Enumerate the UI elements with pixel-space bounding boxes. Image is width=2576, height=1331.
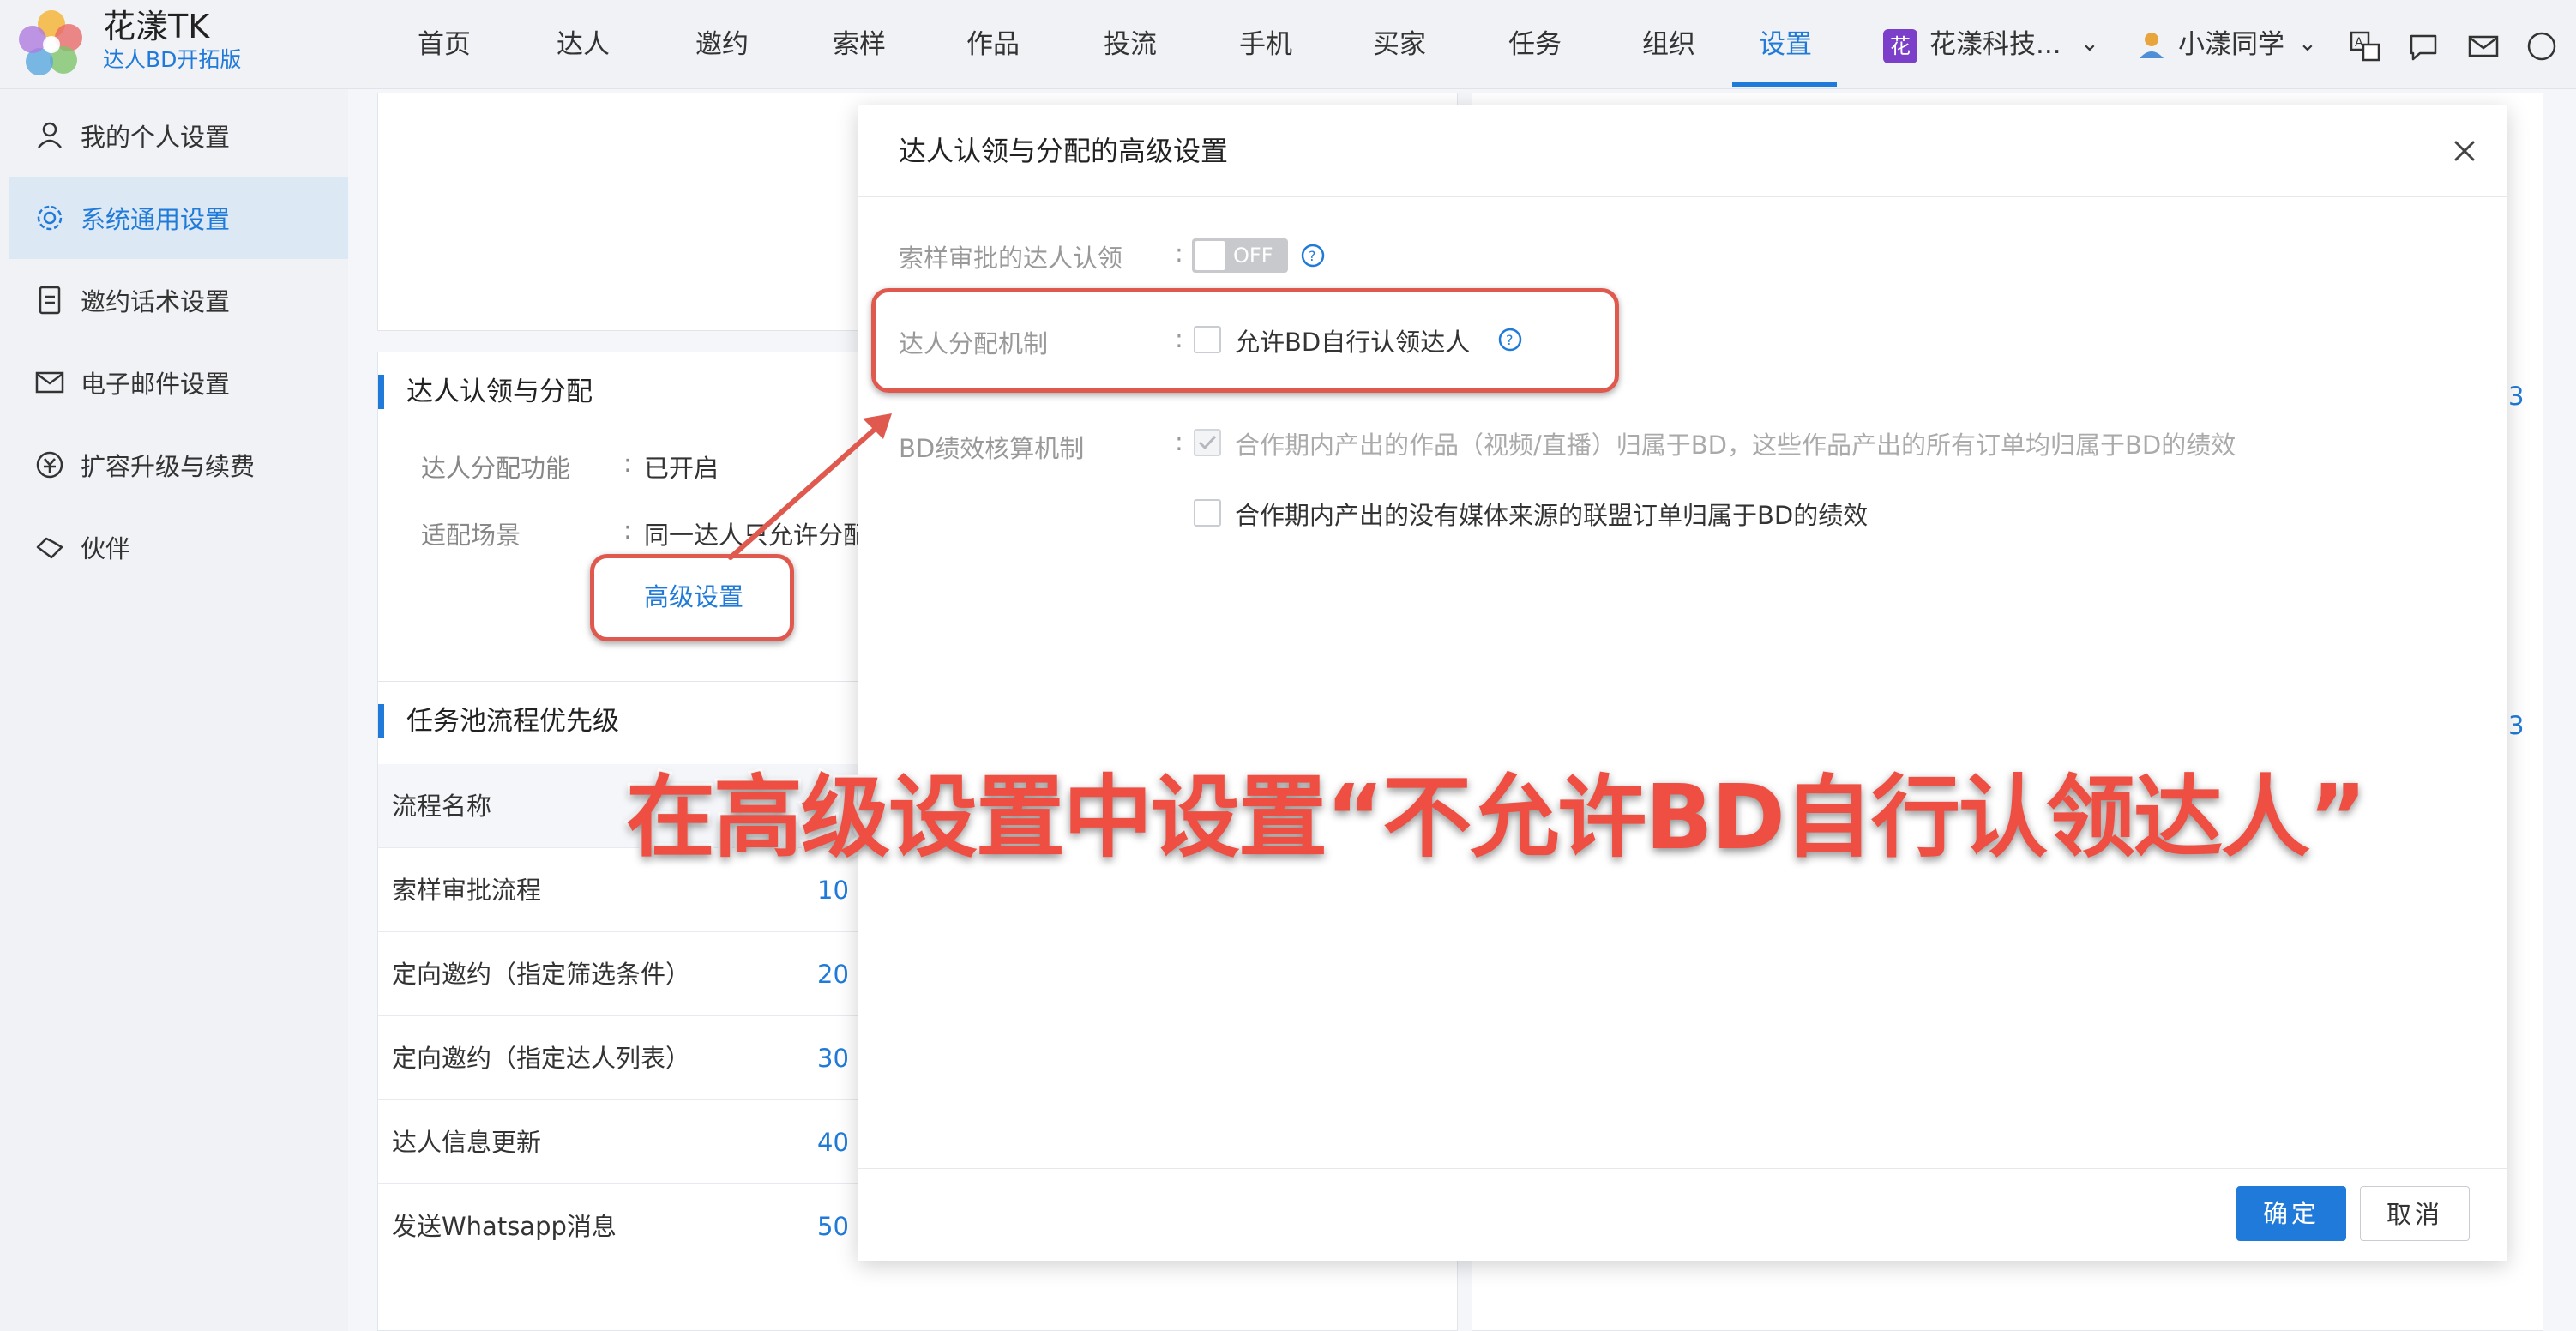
colon: : [1175,238,1183,268]
checkmark-icon [1198,435,1217,450]
claim-function-value: 已开启 [644,454,719,483]
works-attribution-checkbox [1194,429,1221,456]
table-row: 定向邀约（指定达人列表） 30 [378,1016,858,1100]
affiliate-orders-checkbox[interactable] [1194,499,1221,527]
sidebar-item-email-settings[interactable]: 电子邮件设置 [9,341,348,424]
user-avatar-icon[interactable] [2135,29,2168,63]
nav-item-tasks[interactable]: 任务 [1494,0,1576,89]
user-icon [38,122,62,148]
svg-text:?: ? [1309,248,1316,264]
process-name: 发送Whatsapp消息 [392,1212,617,1241]
process-priority[interactable]: 30 [817,1016,849,1100]
currency-icon [36,451,63,479]
cancel-button[interactable]: 取消 [2360,1186,2470,1241]
scenario-value: 同一达人只允许分配 [644,521,869,550]
close-icon[interactable] [2447,134,2482,168]
colon: : [623,515,632,545]
sidebar: 我的个人设置 系统通用设置 邀约话术设置 电子邮件设置 扩容升级与续费 伙伴 [0,89,348,1331]
svg-text:A: A [2355,36,2363,50]
mail-icon [35,371,64,394]
chevron-down-icon[interactable]: ⌄ [2298,31,2317,57]
annotation-highlight-advanced-link [590,554,794,641]
nav-item-invite[interactable]: 邀约 [681,0,763,89]
app-window: 花漾TK 达人BD开拓版 首页 达人 邀约 索样 作品 投流 手机 买家 任务 … [0,0,2576,1331]
nav-item-home[interactable]: 首页 [403,0,485,89]
affiliate-orders-label[interactable]: 合作期内产出的没有媒体来源的联盟订单归属于BD的绩效 [1235,496,1868,532]
chevron-down-icon[interactable]: ⌄ [2080,31,2099,57]
confirm-button[interactable]: 确定 [2236,1186,2346,1241]
process-name: 定向邀约（指定筛选条件） [392,960,691,989]
process-name: 达人信息更新 [392,1128,542,1157]
nav-item-ads[interactable]: 投流 [1089,0,1171,89]
brand-subtitle: 达人BD开拓版 [103,47,242,72]
sidebar-item-general-settings[interactable]: 系统通用设置 [9,177,348,259]
nav-item-creators[interactable]: 达人 [542,0,624,89]
gear-icon [37,205,63,231]
sidebar-item-label: 邀约话术设置 [81,287,231,316]
dialog-header: 达人认领与分配的高级设置 [858,105,2507,197]
advanced-settings-dialog: 达人认领与分配的高级设置 索样审批的达人认领 : OFF ? 达人分配机制 : … [858,105,2507,1261]
sidebar-item-label: 伙伴 [81,534,131,563]
sidebar-item-upgrade-renew[interactable]: 扩容升级与续费 [9,424,348,506]
dialog-title: 达人认领与分配的高级设置 [899,135,1229,167]
handshake-icon [36,537,63,559]
scenario-label: 适配场景 [421,521,521,550]
toggle-knob [1195,241,1225,270]
nav-item-buyers[interactable]: 买家 [1358,0,1441,89]
annotation-highlight-mechanism [871,288,1619,393]
sidebar-item-invite-scripts[interactable]: 邀约话术设置 [9,259,348,341]
user-name[interactable]: 小漾同学 [2178,0,2284,89]
process-name: 定向邀约（指定达人列表） [392,1044,691,1073]
sample-approval-claim-toggle[interactable]: OFF [1192,238,1288,273]
help-circle-icon[interactable]: ? [1300,243,1326,268]
org-name[interactable]: 花漾科技... [1929,0,2061,89]
brand-name: 花漾TK [103,8,210,45]
toggle-state: OFF [1233,244,1273,268]
process-priority[interactable]: 40 [817,1100,849,1184]
dialog-footer: 确定 取消 [858,1168,2507,1261]
translate-icon[interactable]: A [2348,29,2382,63]
right-fragment: 3 [2508,711,2525,740]
annotation-caption: 在高级设置中设置“不允许BD自行认领达人” [623,762,2369,872]
mail-icon[interactable] [2466,29,2501,63]
document-icon [39,286,61,315]
nav-item-works[interactable]: 作品 [952,0,1034,89]
section-title: 达人认领与分配 [378,375,593,409]
colon: : [623,449,632,478]
table-row: 达人信息更新 40 [378,1100,858,1184]
chat-icon[interactable] [2406,29,2441,63]
sidebar-item-label: 我的个人设置 [81,123,231,152]
sidebar-item-label: 电子邮件设置 [81,370,231,399]
table-row: 定向邀约（指定筛选条件） 20 [378,932,858,1016]
table-row: 发送Whatsapp消息 50 [378,1184,858,1268]
sidebar-item-partners[interactable]: 伙伴 [9,506,348,588]
brand: 花漾TK 达人BD开拓版 [103,7,241,74]
claim-function-label: 达人分配功能 [421,454,571,483]
process-priority[interactable]: 50 [817,1184,849,1268]
app-logo-icon [19,10,82,75]
process-priority[interactable]: 20 [817,932,849,1016]
sidebar-item-label: 系统通用设置 [81,205,231,234]
active-nav-underline [1732,82,1837,87]
process-name: 索样审批流程 [392,876,542,905]
colon: : [1175,427,1183,456]
org-badge[interactable]: 花 [1883,29,1917,63]
sidebar-item-personal-settings[interactable]: 我的个人设置 [9,94,348,177]
top-navigation-bar: 花漾TK 达人BD开拓版 首页 达人 邀约 索样 作品 投流 手机 买家 任务 … [0,0,2576,89]
nav-item-phones[interactable]: 手机 [1225,0,1307,89]
help-icon[interactable] [2525,29,2559,63]
bd-performance-label: BD绩效核算机制 [899,434,1085,463]
section-title: 任务池流程优先级 [378,704,619,738]
nav-item-settings[interactable]: 设置 [1744,0,1827,89]
nav-item-samples[interactable]: 索样 [818,0,900,89]
column-header-process-name: 流程名称 [392,792,492,821]
sample-approval-claim-label: 索样审批的达人认领 [899,244,1123,273]
nav-item-organization[interactable]: 组织 [1628,0,1710,89]
right-fragment: 3 [2508,382,2525,411]
sidebar-item-label: 扩容升级与续费 [81,452,256,481]
works-attribution-label: 合作期内产出的作品（视频/直播）归属于BD，这些作品产出的所有订单均归属于BD的… [1235,431,2236,460]
